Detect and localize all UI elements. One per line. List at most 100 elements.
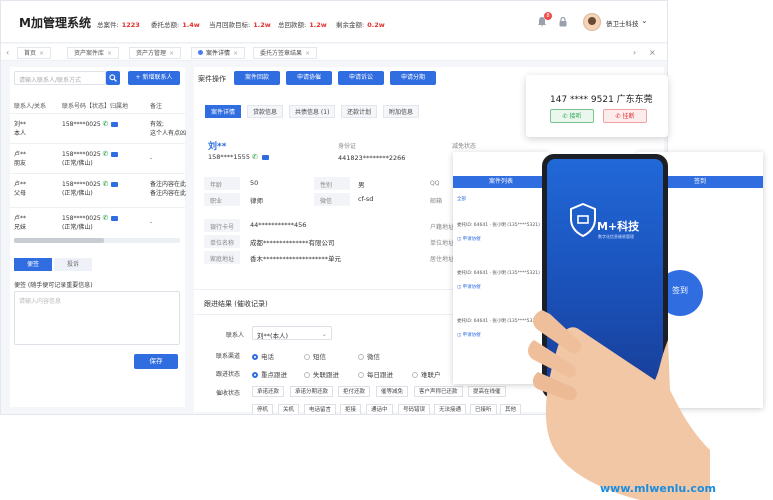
tab-asset-management[interactable]: 资产方管理 × [129,47,182,59]
contact-note: 这个人有点凶 [150,130,187,137]
mobile-action[interactable]: ◫ 申请协催 [457,284,481,290]
result-tag[interactable]: 其他 [500,404,522,414]
watermark: www.mlwenlu.com [600,482,716,495]
radio-wechat[interactable]: 微信 [358,351,380,361]
column-header: 联系号码【状态】归属地 [62,103,129,110]
mobile-action[interactable]: ◫ 申请协催 [457,236,481,242]
request-assist-button[interactable]: 申请协催 [286,71,332,85]
chevron-right-icon[interactable]: › [633,48,636,57]
column-header: 备注 [150,103,163,110]
tab-case-detail[interactable]: 案件详情 × [191,47,246,59]
request-installment-button[interactable]: 申请分期 [390,71,436,85]
answer-button[interactable]: ✆ 接听 [550,109,594,123]
tab-loan-info[interactable]: 贷款信息 [247,105,284,118]
note-label: 便签 (随手便可记录重要信息) [14,282,93,289]
lock-icon[interactable] [558,16,568,27]
contact-relation: 本人 [14,130,27,137]
add-contact-button[interactable]: + 新增联系人 [128,71,180,85]
tab-home[interactable]: 首页 × [17,47,52,59]
tab-case-info[interactable]: 案件详情 [205,105,242,118]
result-tag[interactable]: 承诺还款 [252,386,285,397]
result-tag[interactable]: 电话留言 [304,404,337,414]
radio-hard-contact[interactable]: 难联户 [412,369,441,379]
radio-sms[interactable]: 短信 [304,351,326,361]
contact-note: - [150,155,153,162]
save-button[interactable]: 保存 [134,354,178,369]
contact-note: 有效; [150,121,165,128]
result-tag[interactable]: 催等减免 [376,386,409,397]
field-label: 微信 [320,198,333,205]
phone-icon[interactable]: ✆ [103,120,109,128]
result-tag[interactable]: 拒付还款 [338,386,371,397]
user-name[interactable]: 债卫士科技 [606,18,639,28]
request-lawsuit-button[interactable]: 申请诉讼 [338,71,384,85]
result-tag[interactable]: 客户声称已还款 [414,386,463,397]
horizontal-scrollbar[interactable] [14,238,180,243]
contacts-panel: 请输入联系人/联系方式 + 新增联系人 联系人/关系 联系号码【状态】归属地 备… [10,67,187,407]
field-label: 单位地址 [430,240,455,247]
close-icon[interactable]: × [649,48,656,57]
tab-sign-result[interactable]: 委托方签章结果 × [253,47,318,59]
radio-daily-follow[interactable]: 每日跟进 [358,369,393,379]
mobile-filter[interactable]: 全部 [457,196,466,202]
result-tag[interactable]: 已接听 [470,404,497,414]
phone-icon[interactable]: ✆ [103,214,109,222]
stat-month-target: 当月回款目标: 1.2w [209,21,271,29]
chevron-down-icon[interactable]: ⌄ [641,16,648,25]
hangup-button[interactable]: ✆ 挂断 [603,109,647,123]
phone-icon[interactable]: ✆ [103,180,109,188]
channel-label: 联系渠道 [216,353,241,360]
result-tag[interactable]: 承诺分期还款 [290,386,334,397]
mobile-case-item[interactable]: 委托ID: 64641 · 张小明 (135****5321) [457,270,540,276]
message-icon[interactable] [110,122,118,127]
tab-complaint[interactable]: 投诉 [54,258,92,271]
table-row[interactable]: 刘** 本人 158****0025 ✆ 有效; 这个人有点凶 [10,113,187,143]
radio-lost-follow[interactable]: 失联跟进 [304,369,339,379]
result-tag[interactable]: 通话中 [366,404,393,414]
result-tag[interactable]: 号码错误 [398,404,431,414]
debtor-name: 刘** [208,142,227,152]
message-icon[interactable] [110,182,118,187]
contact-relation: 兄妹 [14,224,27,231]
table-row[interactable]: 卢** 兄妹 158****0025 ✆ (正常/佛山) - [10,207,185,237]
tab-asset-cases[interactable]: 资产案件库 × [67,47,120,59]
radio-phone[interactable]: 电话 [252,351,274,361]
result-tag[interactable]: 拒接 [340,404,362,414]
table-row[interactable]: 卢** 父母 158****0025 ✆ (正常/佛山) 备注内容在此 备注内容… [10,173,186,207]
logo-subtitle: 数字化信息催收管理 [598,234,634,239]
search-input[interactable]: 请输入联系人/联系方式 [14,71,106,85]
result-tag[interactable]: 提高在线催 [468,386,506,397]
phone-icon[interactable]: ✆ [252,153,258,161]
field-value: 50 [250,179,259,187]
result-tag[interactable]: 无法接通 [434,404,467,414]
contact-name: 卢** [14,151,27,158]
contact-phone: 158****0025 ✆ [62,214,118,223]
result-tag[interactable]: 停机 [252,404,274,414]
table-row[interactable]: 卢** 朋友 158****0025 ✆ (正常/佛山) - [10,143,185,173]
case-repay-button[interactable]: 案件回款 [234,71,280,85]
contact-location: (正常/佛山) [62,224,93,231]
message-icon[interactable] [110,152,118,157]
contact-select[interactable]: 刘**(本人) ⌄ [252,326,332,340]
contact-note: - [150,219,153,226]
field-label: 年龄 [210,182,223,189]
tab-note[interactable]: 便签 [14,258,52,271]
message-icon[interactable] [110,216,118,221]
tab-shared-debt[interactable]: 共债信息 (1) [289,105,336,118]
chevron-left-icon[interactable]: ‹ [6,48,9,57]
field-label: 银行卡号 [210,224,235,231]
phone-icon[interactable]: ✆ [103,150,109,158]
search-button[interactable] [106,71,120,85]
mobile-action[interactable]: ◫ 申请协催 [457,332,481,338]
tab-extra-info[interactable]: 附加信息 [383,105,420,118]
avatar[interactable] [583,13,601,31]
mobile-case-item[interactable]: 委托ID: 64641 · 张小明 (135****5321) [457,222,540,228]
message-icon[interactable] [261,154,269,160]
note-textarea[interactable]: 请输入内容信息 [14,291,180,345]
contact-relation: 朋友 [14,160,27,167]
tab-repay-plan[interactable]: 还款计划 [341,105,378,118]
result-tag[interactable]: 关机 [278,404,300,414]
app-title: M加管理系统 [19,16,91,30]
radio-key-follow[interactable]: 重点跟进 [252,369,287,379]
shield-icon [570,203,596,237]
